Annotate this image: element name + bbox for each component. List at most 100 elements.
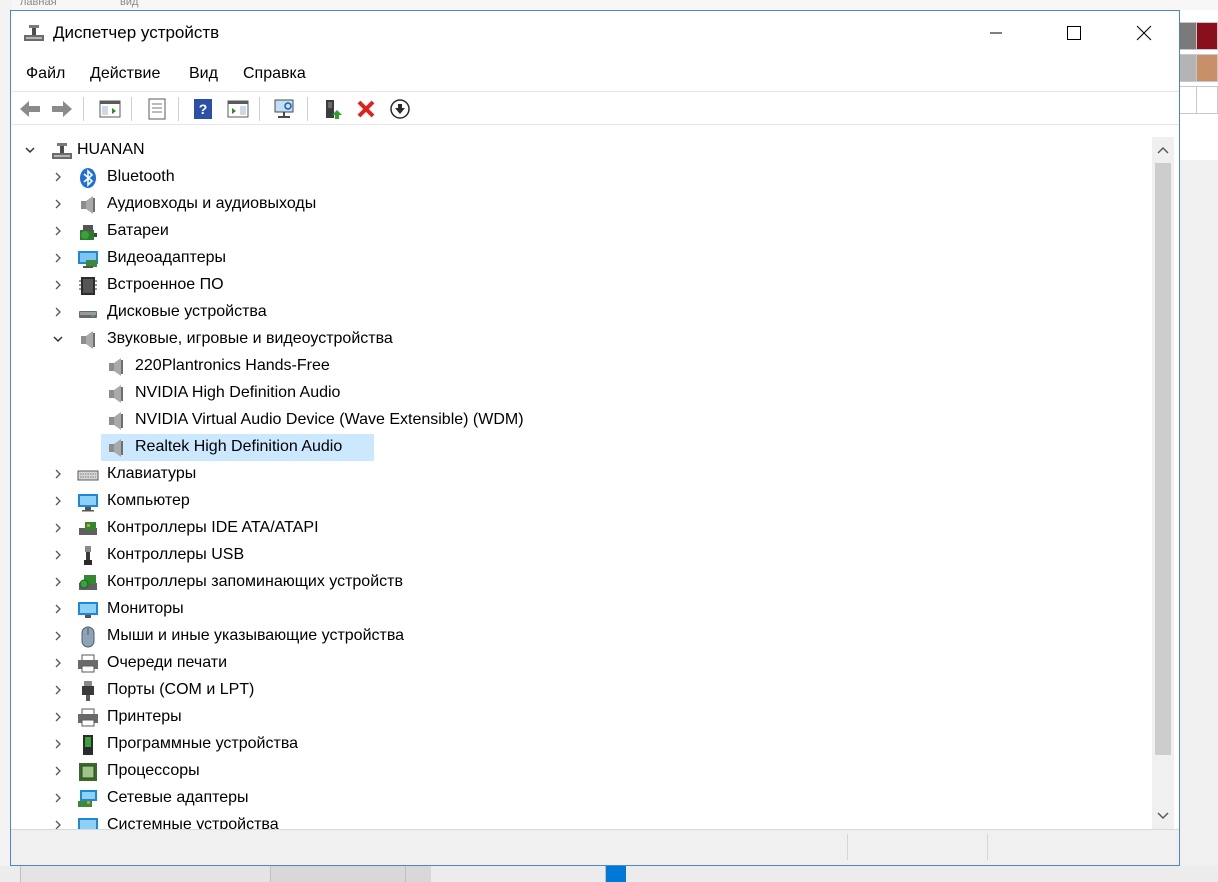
tree-item-firmware[interactable]: Встроенное ПО <box>11 272 1152 299</box>
tree-item-system-devices[interactable]: Системные устройства <box>11 812 1152 829</box>
tree-item-bluetooth[interactable]: Bluetooth <box>11 164 1152 191</box>
chevron-right-icon[interactable] <box>51 629 65 643</box>
tree-item-label: Клавиатуры <box>107 465 197 482</box>
print-queue-icon <box>78 654 98 673</box>
disk-icon <box>79 311 97 318</box>
chevron-right-icon[interactable] <box>51 224 65 238</box>
status-cell <box>847 834 988 860</box>
chevron-right-icon[interactable] <box>51 602 65 616</box>
tree-item-label: NVIDIA High Definition Audio <box>135 384 341 401</box>
tree-item-label: Мыши и иные указывающие устройства <box>107 627 405 644</box>
device-manager-window: Диспетчер устройств Файл Действие Вид Сп… <box>10 10 1180 866</box>
chevron-right-icon[interactable] <box>51 278 65 292</box>
speaker-icon <box>109 358 123 376</box>
scroll-up-button[interactable] <box>1152 139 1174 161</box>
svg-text:?: ? <box>199 101 208 117</box>
tree-item-keyboards[interactable]: Клавиатуры <box>11 461 1152 488</box>
uninstall-icon[interactable] <box>353 96 379 122</box>
background-block <box>605 866 626 882</box>
close-button[interactable] <box>1109 11 1179 55</box>
tree-item-label: NVIDIA Virtual Audio Device (Wave Extens… <box>135 411 524 428</box>
chevron-right-icon[interactable] <box>51 197 65 211</box>
tree-item-label: Звуковые, игровые и видеоустройства <box>107 330 393 347</box>
tree-item-disk-drives[interactable]: Дисковые устройства <box>11 299 1152 326</box>
firmware-icon <box>79 277 97 295</box>
chevron-right-icon[interactable] <box>51 494 65 508</box>
menu-action[interactable]: Действие <box>90 63 160 85</box>
color-swatch <box>1196 22 1218 50</box>
chevron-right-icon[interactable] <box>51 791 65 805</box>
scroll-down-button[interactable] <box>1152 805 1174 827</box>
tree-item-mice[interactable]: Мыши и иные указывающие устройства <box>11 623 1152 650</box>
tree-item-batteries[interactable]: Батареи <box>11 218 1152 245</box>
disable-icon[interactable] <box>387 96 413 122</box>
tree-item-ports[interactable]: Порты (COM и LPT) <box>11 677 1152 704</box>
show-hide-console-tree-icon[interactable] <box>97 96 123 122</box>
scan-hardware-icon[interactable] <box>272 96 298 122</box>
tree-item-network-adapters[interactable]: Сетевые адаптеры <box>11 785 1152 812</box>
tree-root-label: HUANAN <box>77 141 145 158</box>
tree-child-item[interactable]: NVIDIA High Definition Audio <box>11 380 1152 407</box>
chevron-right-icon[interactable] <box>51 170 65 184</box>
tree-item-software-devices[interactable]: Программные устройства <box>11 731 1152 758</box>
back-icon[interactable] <box>17 96 43 122</box>
tree-item-monitors[interactable]: Мониторы <box>11 596 1152 623</box>
speaker-icon <box>81 331 95 349</box>
title-bar[interactable]: Диспетчер устройств <box>11 11 1179 55</box>
device-tree[interactable]: HUANAN Bluetooth Аудиовходы и аудиовыход… <box>11 137 1152 829</box>
chevron-right-icon[interactable] <box>51 683 65 697</box>
tree-child-item[interactable]: 220Plantronics Hands-Free <box>11 353 1152 380</box>
action-pane-icon[interactable] <box>225 96 251 122</box>
menu-file[interactable]: Файл <box>26 63 65 85</box>
computer-root-icon <box>52 143 72 159</box>
display-adapter-icon <box>78 251 98 268</box>
maximize-button[interactable] <box>1039 11 1109 55</box>
tree-item-printers[interactable]: Принтеры <box>11 704 1152 731</box>
minimize-button[interactable] <box>961 11 1031 55</box>
device-manager-app-icon <box>23 22 45 44</box>
update-driver-icon[interactable] <box>320 96 346 122</box>
chevron-right-icon[interactable] <box>51 818 65 829</box>
tree-item-label: Аудиовходы и аудиовыходы <box>107 195 317 212</box>
port-icon <box>82 681 94 701</box>
scroll-thumb[interactable] <box>1155 163 1171 755</box>
help-icon[interactable]: ? <box>190 96 216 122</box>
menu-view[interactable]: Вид <box>189 63 218 85</box>
speaker-icon <box>109 412 123 430</box>
chevron-down-icon[interactable] <box>51 332 65 346</box>
tree-item-print-queues[interactable]: Очереди печати <box>11 650 1152 677</box>
vertical-scrollbar[interactable] <box>1152 137 1174 829</box>
chevron-right-icon[interactable] <box>51 575 65 589</box>
tree-item-ide-controllers[interactable]: Контроллеры IDE ATA/ATAPI <box>11 515 1152 542</box>
chevron-right-icon[interactable] <box>51 548 65 562</box>
background-block <box>20 866 271 882</box>
chevron-right-icon[interactable] <box>51 710 65 724</box>
chevron-right-icon[interactable] <box>51 305 65 319</box>
tree-child-item[interactable]: NVIDIA Virtual Audio Device (Wave Extens… <box>11 407 1152 434</box>
chevron-right-icon[interactable] <box>51 656 65 670</box>
tree-item-audio-io[interactable]: Аудиовходы и аудиовыходы <box>11 191 1152 218</box>
tree-item-label: Встроенное ПО <box>107 276 224 293</box>
menu-help[interactable]: Справка <box>243 63 306 85</box>
forward-icon[interactable] <box>49 96 75 122</box>
chevron-right-icon[interactable] <box>51 737 65 751</box>
chevron-right-icon[interactable] <box>51 251 65 265</box>
chevron-down-icon[interactable] <box>23 143 37 157</box>
properties-icon[interactable] <box>144 96 170 122</box>
computer-icon <box>78 494 98 512</box>
chevron-right-icon[interactable] <box>51 764 65 778</box>
tree-item-label: Принтеры <box>107 708 182 725</box>
tree-item-computer[interactable]: Компьютер <box>11 488 1152 515</box>
tree-item-storage-controllers[interactable]: Контроллеры запоминающих устройств <box>11 569 1152 596</box>
menu-bar: Файл Действие Вид Справка <box>11 63 1179 87</box>
tree-item-usb-controllers[interactable]: Контроллеры USB <box>11 542 1152 569</box>
tree-item-sound-video-game[interactable]: Звуковые, игровые и видеоустройства <box>11 326 1152 353</box>
tree-root[interactable]: HUANAN <box>11 137 1152 164</box>
background-text-fragment: лавная <box>20 0 57 8</box>
tree-child-item-selected[interactable]: Realtek High Definition Audio <box>11 434 1152 461</box>
chevron-right-icon[interactable] <box>51 521 65 535</box>
tree-item-processors[interactable]: Процессоры <box>11 758 1152 785</box>
storage-controller-icon <box>79 575 97 590</box>
chevron-right-icon[interactable] <box>51 467 65 481</box>
tree-item-display-adapters[interactable]: Видеоадаптеры <box>11 245 1152 272</box>
